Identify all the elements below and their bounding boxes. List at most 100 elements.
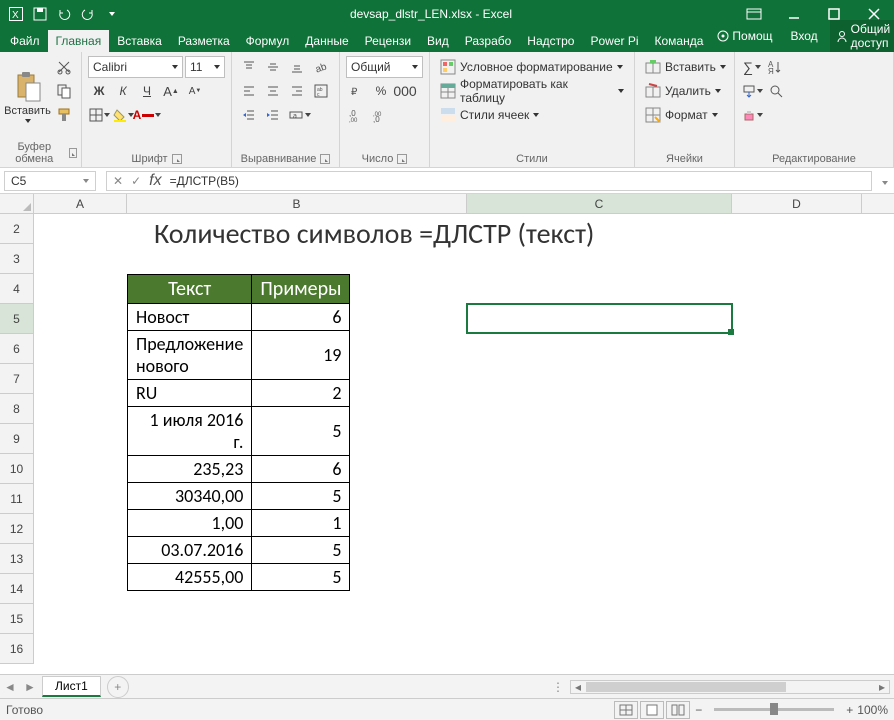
insert-cells-button[interactable]: Вставить xyxy=(641,56,728,78)
tab-home[interactable]: Главная xyxy=(48,30,110,52)
fill-handle[interactable] xyxy=(728,329,734,335)
row-header[interactable]: 2 xyxy=(0,214,34,244)
table-cell-text[interactable]: Предложение нового xyxy=(128,331,252,380)
select-all-corner[interactable] xyxy=(0,194,34,213)
tab-insert[interactable]: Вставка xyxy=(109,30,170,52)
font-name-combo[interactable]: Calibri xyxy=(88,56,183,78)
undo-icon[interactable] xyxy=(54,3,74,25)
cell-styles-button[interactable]: Стили ячеек xyxy=(436,104,628,126)
number-format-combo[interactable]: Общий xyxy=(346,56,423,78)
table-cell-result[interactable]: 6 xyxy=(252,304,350,331)
tab-formulas[interactable]: Формул xyxy=(238,30,298,52)
format-as-table-button[interactable]: Форматировать как таблицу xyxy=(436,80,628,102)
row-header[interactable]: 9 xyxy=(0,424,34,454)
merge-center-icon[interactable]: a xyxy=(286,104,314,126)
table-cell-text[interactable]: 1,00 xyxy=(128,510,252,537)
align-center-icon[interactable] xyxy=(262,80,284,102)
table-cell-result[interactable]: 5 xyxy=(252,564,350,591)
row-header[interactable]: 13 xyxy=(0,544,34,574)
row-header[interactable]: 4 xyxy=(0,274,34,304)
cancel-formula-icon[interactable]: ✕ xyxy=(113,174,123,188)
cut-icon[interactable] xyxy=(53,56,75,78)
decrease-indent-icon[interactable] xyxy=(238,104,260,126)
expand-formula-bar-icon[interactable] xyxy=(876,172,894,190)
row-header[interactable]: 15 xyxy=(0,604,34,634)
align-top-icon[interactable] xyxy=(238,56,260,78)
copy-icon[interactable] xyxy=(53,80,75,102)
underline-button[interactable]: Ч xyxy=(136,80,158,102)
column-header[interactable]: D xyxy=(732,194,862,213)
accounting-icon[interactable]: ₽ xyxy=(346,80,368,102)
page-break-view-icon[interactable] xyxy=(666,701,690,719)
scroll-right-icon[interactable]: ▸ xyxy=(875,681,889,693)
redo-icon[interactable] xyxy=(78,3,98,25)
clear-icon[interactable] xyxy=(741,104,763,126)
row-header[interactable]: 16 xyxy=(0,634,34,664)
sheet-nav-prev-icon[interactable]: ◄ xyxy=(0,680,20,694)
format-cells-button[interactable]: Формат xyxy=(641,104,728,126)
table-cell-result[interactable]: 5 xyxy=(252,407,350,456)
share-button[interactable]: Общий доступ xyxy=(830,20,894,52)
column-header[interactable]: A xyxy=(34,194,127,213)
enter-formula-icon[interactable]: ✓ xyxy=(131,174,141,188)
grid-rows[interactable]: 2345678910111213141516 Количество символ… xyxy=(0,214,894,674)
bold-button[interactable]: Ж xyxy=(88,80,110,102)
delete-cells-button[interactable]: Удалить xyxy=(641,80,728,102)
table-cell-result[interactable]: 1 xyxy=(252,510,350,537)
shrink-font-icon[interactable]: A▼ xyxy=(184,80,206,102)
sign-in[interactable]: Вход xyxy=(785,27,824,45)
sheet-nav-next-icon[interactable]: ► xyxy=(20,680,40,694)
zoom-slider[interactable] xyxy=(714,708,834,711)
fx-icon[interactable]: fx xyxy=(149,172,161,190)
borders-icon[interactable] xyxy=(88,104,110,126)
row-header[interactable]: 8 xyxy=(0,394,34,424)
percent-icon[interactable]: % xyxy=(370,80,392,102)
font-size-combo[interactable]: 11 xyxy=(185,56,225,78)
row-header[interactable]: 5 xyxy=(0,304,34,334)
row-header[interactable]: 11 xyxy=(0,484,34,514)
tab-developer[interactable]: Разрабо xyxy=(457,30,520,52)
row-header[interactable]: 14 xyxy=(0,574,34,604)
italic-button[interactable]: К xyxy=(112,80,134,102)
new-sheet-button[interactable]: + xyxy=(107,676,129,698)
row-header[interactable]: 10 xyxy=(0,454,34,484)
align-middle-icon[interactable] xyxy=(262,56,284,78)
find-select-icon[interactable] xyxy=(765,80,787,102)
table-cell-result[interactable]: 6 xyxy=(252,456,350,483)
format-painter-icon[interactable] xyxy=(53,104,75,126)
table-cell-text[interactable]: Новост xyxy=(128,304,252,331)
row-header[interactable]: 12 xyxy=(0,514,34,544)
increase-indent-icon[interactable] xyxy=(262,104,284,126)
normal-view-icon[interactable] xyxy=(614,701,638,719)
comma-icon[interactable]: 000 xyxy=(394,80,416,102)
tab-file[interactable]: Файл xyxy=(2,30,48,52)
align-left-icon[interactable] xyxy=(238,80,260,102)
font-color-icon[interactable]: A xyxy=(136,104,158,126)
wrap-text-icon[interactable]: abc xyxy=(310,80,332,102)
fill-icon[interactable] xyxy=(741,80,763,102)
sort-filter-icon[interactable]: AЯ xyxy=(765,56,787,78)
tab-addins[interactable]: Надстро xyxy=(519,30,582,52)
row-header[interactable]: 3 xyxy=(0,244,34,274)
font-dialog-icon[interactable] xyxy=(172,154,182,164)
scroll-left-icon[interactable]: ◂ xyxy=(571,681,585,693)
clipboard-dialog-icon[interactable] xyxy=(69,148,77,158)
zoom-slider-thumb[interactable] xyxy=(770,703,778,715)
tab-team[interactable]: Команда xyxy=(647,30,712,52)
column-header[interactable]: C xyxy=(467,194,732,213)
align-bottom-icon[interactable] xyxy=(286,56,308,78)
page-layout-view-icon[interactable] xyxy=(640,701,664,719)
row-header[interactable]: 7 xyxy=(0,364,34,394)
table-cell-result[interactable]: 19 xyxy=(252,331,350,380)
table-cell-text[interactable]: 03.07.2016 xyxy=(128,537,252,564)
name-box[interactable]: C5 xyxy=(4,171,96,191)
table-cell-result[interactable]: 2 xyxy=(252,380,350,407)
table-cell-text[interactable]: 30340,00 xyxy=(128,483,252,510)
tab-powerpivot[interactable]: Power Pi xyxy=(582,30,646,52)
tell-me[interactable]: Помощ xyxy=(711,27,778,45)
orientation-icon[interactable]: ab xyxy=(310,56,332,78)
decrease-decimal-icon[interactable]: ,00,0 xyxy=(370,104,392,126)
tab-view[interactable]: Вид xyxy=(419,30,457,52)
fill-color-icon[interactable] xyxy=(112,104,134,126)
save-icon[interactable] xyxy=(30,3,50,25)
